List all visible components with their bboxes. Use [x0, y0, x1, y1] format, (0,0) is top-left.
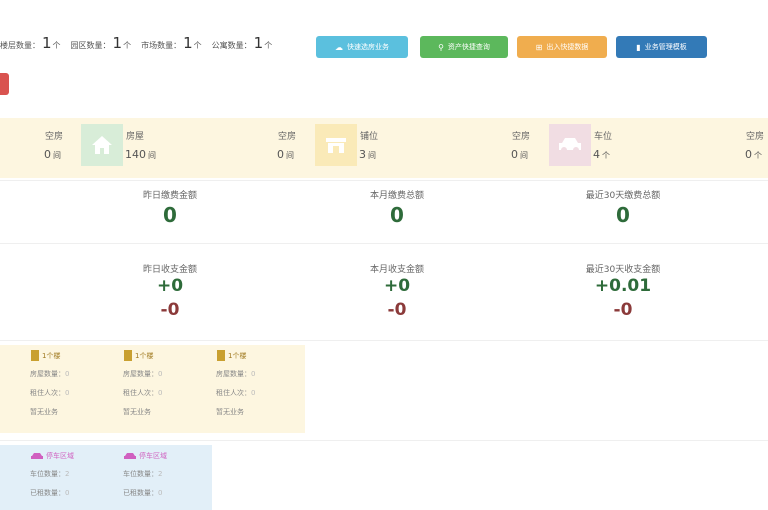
income-plus: +0.01	[594, 276, 652, 296]
quick-room-button[interactable]: ☁ 快速选房业务	[316, 36, 408, 58]
overview-value: 0间	[277, 148, 294, 161]
building-link[interactable]: 暂无业务	[216, 407, 276, 417]
overview-title: 空房	[278, 132, 297, 142]
overview-title: 铺位	[360, 132, 379, 142]
overview-title: 空房	[45, 132, 64, 142]
overview-value: 4个	[593, 148, 610, 161]
building-icon	[217, 350, 225, 361]
overview-value: 3间	[359, 148, 376, 161]
fee-value: 0	[390, 203, 404, 227]
income-minus: -0	[613, 300, 633, 320]
search-icon: ⚲	[438, 42, 444, 52]
income-minus: -0	[160, 300, 180, 320]
building-link[interactable]: 暂无业务	[123, 407, 183, 417]
car-icon	[31, 452, 43, 459]
divider	[0, 440, 768, 441]
building-icon	[31, 350, 39, 361]
parking-card[interactable]: 停车区域 车位数量：2 已租数量：0	[93, 446, 183, 507]
stat-floors: 楼层数量： 1个	[0, 34, 61, 52]
stat-markets: 市场数量： 1个	[141, 34, 202, 52]
shop-icon	[315, 124, 357, 166]
building-card[interactable]: 1个楼 房屋数量：0 租住人次：0 暂无业务	[0, 345, 90, 426]
overview-value: 0间	[44, 148, 61, 161]
house-icon	[81, 124, 123, 166]
collapse-tab[interactable]	[0, 73, 9, 95]
overview-title: 车位	[594, 132, 613, 142]
stat-apartments: 公寓数量： 1个	[211, 34, 273, 52]
overview-value: 0间	[511, 148, 528, 161]
building-link[interactable]: 暂无业务	[30, 407, 90, 417]
overview-title: 房屋	[126, 132, 145, 142]
divider	[0, 340, 768, 341]
building-card[interactable]: 1个楼 房屋数量：0 租住人次：0 暂无业务	[93, 345, 183, 426]
fee-value: 0	[163, 203, 177, 227]
stat-parks: 园区数量： 1个	[70, 34, 132, 52]
fee-title: 本月缴费总额	[369, 191, 424, 201]
asset-search-button[interactable]: ⚲ 资产快捷查询	[420, 36, 508, 58]
income-title: 本月收支金额	[369, 265, 424, 275]
cloud-icon: ☁	[335, 42, 343, 52]
fee-title: 最近30天缴费总额	[585, 191, 661, 201]
income-minus: -0	[387, 300, 407, 320]
car-icon	[124, 452, 136, 459]
income-title: 最近30天收支金额	[585, 265, 661, 275]
overview-title: 空房	[512, 132, 531, 142]
stats-bar: 楼层数量： 1个 园区数量： 1个 市场数量： 1个 公寓数量： 1个	[0, 34, 282, 56]
parking-card[interactable]: 停车区域 车位数量：2 已租数量：0	[0, 446, 90, 507]
car-icon	[549, 124, 591, 166]
divider	[0, 180, 768, 181]
building-icon	[124, 350, 132, 361]
fee-title: 昨日缴费金额	[142, 191, 197, 201]
business-template-button[interactable]: ▮ 业务管理模板	[616, 36, 707, 58]
building-card[interactable]: 1个楼 房屋数量：0 租住人次：0 暂无业务	[186, 345, 276, 426]
fee-value: 0	[616, 203, 630, 227]
income-plus: +0	[156, 276, 184, 296]
grid-icon: ⊞	[535, 42, 543, 52]
overview-value: 0个	[745, 148, 762, 161]
income-plus: +0	[383, 276, 411, 296]
access-data-button[interactable]: ⊞ 出入快捷数据	[517, 36, 607, 58]
divider	[0, 243, 768, 244]
income-title: 昨日收支金额	[142, 265, 197, 275]
overview-title: 空房	[746, 132, 765, 142]
chart-icon: ▮	[636, 42, 641, 52]
overview-value: 140 间	[125, 148, 156, 161]
